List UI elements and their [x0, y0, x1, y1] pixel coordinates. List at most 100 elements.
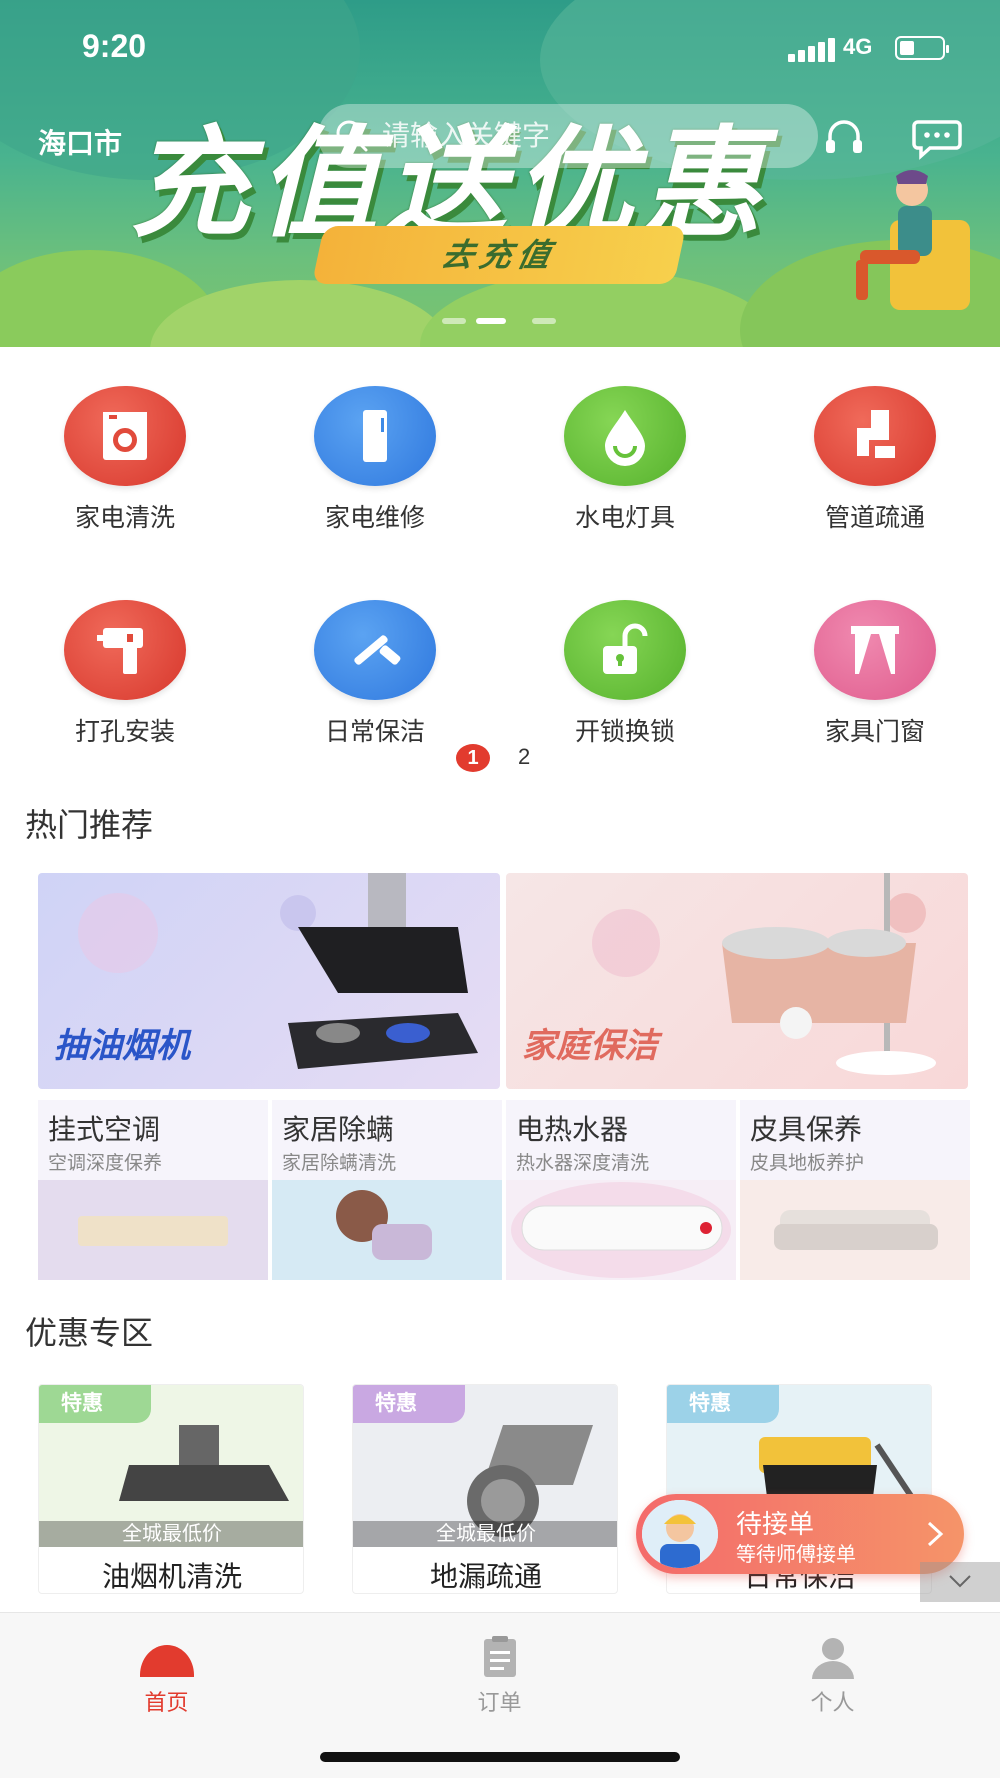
deal-tag: 特惠: [39, 1385, 151, 1423]
hot-card-home-cleaning[interactable]: 家庭保洁: [506, 873, 968, 1089]
home-indicator: [320, 1752, 680, 1762]
pending-order-button[interactable]: 待接单 等待师傅接单: [636, 1494, 964, 1574]
squeegee-icon: [354, 635, 401, 665]
category-label: 管道疏通: [824, 504, 925, 532]
deal-tag: 特惠: [667, 1385, 779, 1423]
deal-card-range-hood-cleaning[interactable]: 特惠 全城最低价 油烟机清洗: [38, 1384, 304, 1594]
deal-name: 地漏疏通: [429, 1561, 542, 1592]
signal-icon: [788, 38, 835, 62]
banner-dot-active: [476, 318, 506, 324]
category-icon-bg: [314, 600, 436, 700]
category-appliance-repair[interactable]: 家电维修: [285, 386, 465, 534]
hot-item-title: 皮具保养: [750, 1114, 863, 1145]
category-label: 家电维修: [324, 504, 425, 532]
hot-item-subtitle: 皮具地板养护: [750, 1153, 865, 1174]
hot-card-caption: 家庭保洁: [522, 1027, 658, 1065]
category-pager[interactable]: 1 2: [456, 742, 536, 774]
search-icon: [336, 120, 368, 152]
banner-pagination: [442, 318, 562, 328]
category-label: 家具门窗: [824, 718, 925, 746]
tab-label: 个人: [810, 1690, 855, 1715]
category-label: 水电灯具: [574, 504, 675, 532]
category-furniture-doors[interactable]: 家具门窗: [785, 600, 965, 748]
category-icon-bg: [314, 386, 436, 486]
washing-machine-icon: [103, 412, 147, 460]
tab-label: 订单: [477, 1690, 522, 1715]
deal-card-floor-drain[interactable]: 特惠 全城最低价 地漏疏通: [352, 1384, 618, 1594]
deal-name: 油烟机清洗: [101, 1561, 242, 1592]
category-page-2[interactable]: 2: [518, 744, 530, 770]
refrigerator-icon: [363, 410, 387, 462]
hot-item-title: 电热水器: [516, 1114, 629, 1145]
home-icon: [140, 1645, 194, 1677]
tab-label: 首页: [144, 1690, 189, 1715]
hot-card-caption: 抽油烟机: [54, 1027, 190, 1065]
category-label: 打孔安装: [74, 718, 175, 746]
category-plumbing-electrical[interactable]: 水电灯具: [535, 386, 715, 534]
search-input[interactable]: [382, 116, 782, 156]
hot-item-subtitle: 家居除螨清洗: [282, 1153, 397, 1174]
deal-tag: 特惠: [353, 1385, 465, 1423]
chevron-right-icon: [927, 1521, 944, 1547]
air-conditioner-image: [38, 1180, 268, 1280]
city-selector[interactable]: 海口市: [38, 122, 122, 162]
curtain-icon: [851, 626, 899, 674]
hot-section-title: 热门推荐: [25, 807, 154, 843]
category-lock-service[interactable]: 开锁换锁: [535, 600, 715, 748]
promo-banner[interactable]: 9:20 4G 充值送优惠 去充值 海口市: [0, 0, 1000, 347]
recharge-button[interactable]: 去充值: [311, 226, 687, 284]
hot-item-title: 家居除螨: [282, 1114, 395, 1145]
order-list-icon: [484, 1636, 516, 1677]
banner-person-illustration: [856, 170, 970, 310]
hot-item-subtitle: 热水器深度清洗: [516, 1153, 650, 1174]
technician-avatar: [642, 1500, 718, 1568]
hot-item-title: 挂式空调: [48, 1114, 161, 1145]
hot-item-leather-care[interactable]: 皮具保养 皮具地板养护: [740, 1100, 970, 1280]
category-pipe-unclogging[interactable]: 管道疏通: [785, 386, 965, 534]
hot-item-wall-ac[interactable]: 挂式空调 空调深度保养: [38, 1100, 268, 1280]
category-icon-bg: [564, 386, 686, 486]
category-icon-bg: [64, 386, 186, 486]
water-drop-icon: [605, 410, 645, 466]
banner-dot: [442, 318, 466, 324]
message-icon[interactable]: [912, 116, 962, 160]
status-bar: 9:20 4G: [0, 28, 1000, 68]
deal-lowest-price-badge: 全城最低价: [353, 1521, 617, 1547]
hot-item-subtitle: 空调深度保养: [48, 1153, 163, 1174]
close-icon: [949, 1575, 971, 1588]
hot-card-range-hood[interactable]: 抽油烟机: [38, 873, 500, 1089]
network-type: 4G: [843, 34, 873, 59]
category-icon-bg: [814, 600, 936, 700]
tab-profile[interactable]: 个人: [666, 1613, 999, 1733]
tab-home[interactable]: 首页: [0, 1613, 333, 1733]
category-page-1[interactable]: 1: [456, 744, 490, 772]
close-float-button[interactable]: [920, 1562, 1000, 1602]
category-label: 开锁换锁: [574, 718, 675, 746]
banner-dot: [532, 318, 556, 324]
tab-orders[interactable]: 订单: [333, 1613, 666, 1733]
category-label: 家电清洗: [74, 504, 175, 532]
category-icon-bg: [814, 386, 936, 486]
battery-icon: [895, 36, 949, 60]
sofa-image: [740, 1180, 970, 1280]
headset-icon[interactable]: [822, 116, 866, 160]
category-drilling-install[interactable]: 打孔安装: [35, 600, 215, 748]
water-heater-image: [506, 1180, 736, 1280]
mite-vacuum-image: [272, 1180, 502, 1280]
status-time: 9:20: [82, 28, 147, 64]
drill-icon: [97, 628, 143, 674]
deal-lowest-price-badge: 全城最低价: [39, 1521, 303, 1547]
hot-item-mite-removal[interactable]: 家居除螨 家居除螨清洗: [272, 1100, 502, 1280]
category-label: 日常保洁: [324, 718, 425, 746]
category-icon-bg: [564, 600, 686, 700]
deals-section-title: 优惠专区: [25, 1315, 154, 1351]
pending-order-subtitle: 等待师傅接单: [736, 1544, 856, 1566]
category-appliance-cleaning[interactable]: 家电清洗: [35, 386, 215, 534]
search-bar[interactable]: [318, 104, 818, 168]
category-icon-bg: [64, 600, 186, 700]
pipe-icon: [857, 410, 895, 458]
person-icon: [812, 1638, 854, 1679]
unlock-icon: [603, 623, 648, 674]
category-daily-cleaning[interactable]: 日常保洁: [285, 600, 465, 748]
hot-item-water-heater[interactable]: 电热水器 热水器深度清洗: [506, 1100, 736, 1280]
